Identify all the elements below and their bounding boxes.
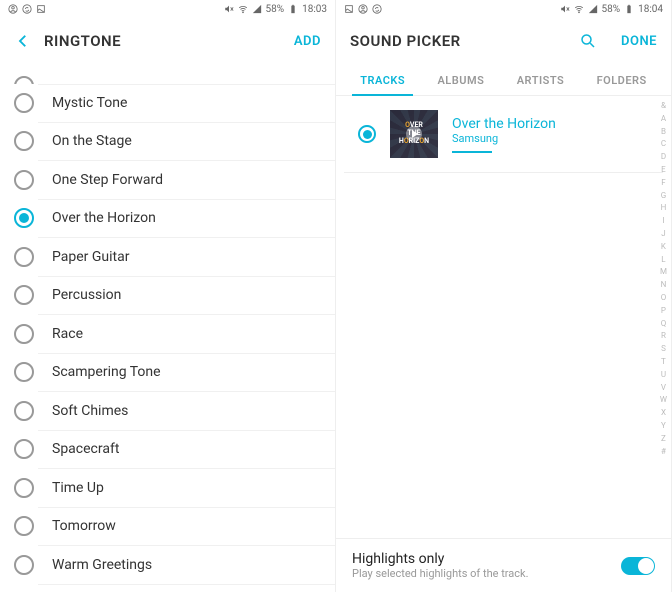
clock: 18:03 — [302, 4, 327, 15]
add-button[interactable]: ADD — [294, 34, 321, 49]
radio-unselected[interactable] — [14, 516, 34, 536]
mute-icon — [560, 4, 570, 14]
highlights-subtitle: Play selected highlights of the track. — [352, 567, 621, 580]
highlights-toggle[interactable] — [621, 557, 655, 575]
ringtone-label: Race — [52, 326, 83, 342]
list-item[interactable]: Soft Chimes — [38, 392, 335, 431]
list-item[interactable]: Over the Horizon — [38, 200, 335, 239]
ringtone-label: On the Stage — [52, 133, 132, 149]
radio-unselected[interactable] — [14, 555, 34, 575]
track-info: Over the Horizon Samsung — [452, 116, 556, 153]
radio-unselected[interactable] — [14, 76, 34, 84]
done-button[interactable]: DONE — [621, 34, 657, 49]
highlights-panel: Highlights only Play selected highlights… — [336, 538, 671, 592]
list-item[interactable]: Warm Greetings — [38, 546, 335, 585]
user-icon — [358, 4, 368, 14]
wifi-icon — [238, 4, 248, 14]
signal-icon — [252, 4, 262, 14]
radio-selected[interactable] — [14, 208, 34, 228]
ringtone-label: Paper Guitar — [52, 249, 129, 265]
ringtone-label: Spacecraft — [52, 441, 119, 457]
list-item[interactable]: One Step Forward — [38, 161, 335, 200]
ringtone-label: Soft Chimes — [52, 403, 128, 419]
ringtone-label: Time Up — [52, 480, 104, 496]
list-item-cutoff — [0, 64, 335, 84]
play-icon[interactable] — [406, 126, 422, 142]
track-list[interactable]: OVERTHEHORIZON Over the Horizon Samsung — [336, 96, 671, 538]
battery-pct: 58% — [266, 4, 285, 15]
radio-unselected[interactable] — [14, 324, 34, 344]
app-bar: RINGTONE ADD — [0, 18, 335, 64]
ringtone-label: One Step Forward — [52, 172, 163, 188]
list-item[interactable]: Scampering Tone — [38, 354, 335, 393]
sync-icon — [372, 4, 382, 14]
wifi-icon — [574, 4, 584, 14]
ringtone-label: Percussion — [52, 287, 121, 303]
radio-selected[interactable] — [358, 125, 376, 143]
mute-icon — [224, 4, 234, 14]
list-item[interactable]: Race — [38, 315, 335, 354]
page-title: RINGTONE — [44, 32, 282, 50]
ringtone-label: Over the Horizon — [52, 210, 156, 226]
image-icon — [344, 4, 354, 14]
radio-unselected[interactable] — [14, 131, 34, 151]
signal-icon — [588, 4, 598, 14]
radio-unselected[interactable] — [14, 401, 34, 421]
back-icon[interactable] — [14, 32, 32, 50]
page-title: SOUND PICKER — [350, 32, 567, 50]
app-bar: SOUND PICKER DONE — [336, 18, 671, 64]
list-item[interactable]: On the Stage — [38, 123, 335, 162]
status-bar: 58% 18:04 — [336, 0, 671, 18]
image-icon — [36, 4, 46, 14]
radio-unselected[interactable] — [14, 247, 34, 267]
ringtone-label: Warm Greetings — [52, 557, 152, 573]
battery-icon — [624, 4, 634, 14]
ringtone-label: Scampering Tone — [52, 364, 161, 380]
sync-icon — [22, 4, 32, 14]
user-icon — [8, 4, 18, 14]
search-icon[interactable] — [579, 32, 597, 50]
track-name: Over the Horizon — [452, 116, 556, 132]
radio-unselected[interactable] — [14, 362, 34, 382]
track-progress — [452, 151, 492, 153]
list-item[interactable]: Paper Guitar — [38, 238, 335, 277]
ringtone-label: Mystic Tone — [52, 95, 127, 111]
tab-tracks[interactable]: TRACKS — [352, 64, 413, 95]
radio-unselected[interactable] — [14, 93, 34, 113]
track-row[interactable]: OVERTHEHORIZON Over the Horizon Samsung — [344, 96, 663, 173]
status-bar: 58% 18:03 — [0, 0, 335, 18]
list-item[interactable]: Time Up — [38, 469, 335, 508]
ringtone-label: Tomorrow — [52, 518, 116, 534]
list-item[interactable]: Percussion — [38, 277, 335, 316]
index-scrollbar[interactable]: &ABCDEFGHIJKLMNOPQRSTUVWXYZ# — [660, 100, 667, 458]
radio-unselected[interactable] — [14, 285, 34, 305]
ringtone-screen: 58% 18:03 RINGTONE ADD Mystic Tone On the… — [0, 0, 336, 592]
tab-artists[interactable]: ARTISTS — [509, 64, 573, 95]
clock: 18:04 — [638, 4, 663, 15]
tabs: TRACKS ALBUMS ARTISTS FOLDERS — [336, 64, 671, 96]
track-artist: Samsung — [452, 132, 556, 145]
radio-unselected[interactable] — [14, 439, 34, 459]
album-art[interactable]: OVERTHEHORIZON — [390, 110, 438, 158]
list-item[interactable]: Tomorrow — [38, 508, 335, 547]
tab-folders[interactable]: FOLDERS — [589, 64, 655, 95]
battery-pct: 58% — [602, 4, 621, 15]
radio-unselected[interactable] — [14, 170, 34, 190]
ringtone-list[interactable]: Mystic Tone On the Stage One Step Forward O… — [0, 84, 335, 592]
battery-icon — [288, 4, 298, 14]
tab-albums[interactable]: ALBUMS — [429, 64, 492, 95]
list-item[interactable]: Spacecraft — [38, 431, 335, 470]
radio-unselected[interactable] — [14, 478, 34, 498]
sound-picker-screen: 58% 18:04 SOUND PICKER DONE TRACKS ALBUMS… — [336, 0, 672, 592]
list-item[interactable]: Mystic Tone — [38, 84, 335, 123]
highlights-title: Highlights only — [352, 551, 621, 567]
